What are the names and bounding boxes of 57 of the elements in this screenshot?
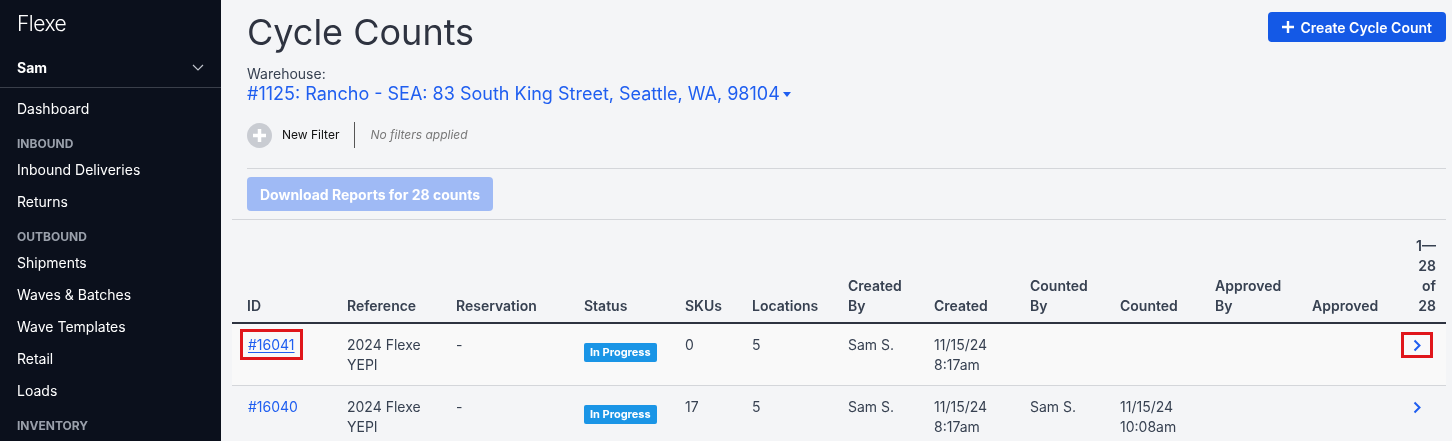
- counted-cell-text: 11/15/24 10:08am: [1120, 397, 1178, 437]
- chevron-icon: [192, 63, 204, 72]
- section-heading: INVENTORY: [17, 420, 89, 432]
- column-header: Approved: [1312, 296, 1379, 316]
- reference-cell-text: 2024 Flexe YEPI: [347, 397, 422, 437]
- nav-link[interactable]: Waves & Batches: [0, 278, 221, 310]
- nav-link[interactable]: Loads: [0, 374, 221, 406]
- created-cell-text: 11/15/24 8:17am: [934, 335, 989, 375]
- column-header: Approved By: [1215, 276, 1283, 316]
- plus-circle-icon: [247, 122, 272, 148]
- filter-status: No filters applied: [370, 126, 468, 144]
- column-header: Created: [934, 296, 988, 316]
- logo: Flexe: [17, 11, 67, 36]
- created-cell-text: 11/15/24 8:17am: [934, 397, 989, 437]
- column-header: Status: [584, 296, 628, 316]
- status-badge: In Progress: [584, 343, 657, 362]
- nav-link[interactable]: Returns: [0, 185, 221, 217]
- warehouse-label: Warehouse:: [247, 65, 326, 82]
- reservation-cell-text: -: [456, 335, 464, 355]
- reservation-cell-text: -: [456, 397, 464, 417]
- column-header: Created By: [848, 276, 903, 316]
- chevron-right-icon: [1413, 400, 1421, 414]
- nav-link[interactable]: Shipments: [0, 246, 221, 278]
- reference-cell-text: 2024 Flexe YEPI: [347, 335, 422, 375]
- chevron-right-icon: [1413, 338, 1421, 352]
- column-header: Counted: [1120, 296, 1178, 316]
- caret-icon: [782, 91, 791, 97]
- locations-cell-text: 5: [752, 397, 762, 417]
- nav-link[interactable]: Wave Templates: [0, 310, 221, 342]
- warehouse-dropdown[interactable]: #1125: Rancho - SEA: 83 South King Street, Seattle, WA, 98104: [247, 82, 791, 106]
- section-heading: INBOUND: [17, 138, 74, 150]
- created-by-cell-text: Sam S.: [848, 397, 896, 417]
- count-id-link[interactable]: #16040: [240, 391, 306, 422]
- column-header: Counted By: [1030, 276, 1089, 316]
- column-header: Reservation: [456, 296, 537, 316]
- column-header: ID: [247, 296, 261, 316]
- counted-by-cell-text: Sam S.: [1030, 397, 1078, 417]
- column-header: SKUs: [685, 296, 722, 316]
- section-heading: OUTBOUND: [17, 231, 87, 243]
- column-header: Reference: [347, 296, 417, 316]
- row-open-button[interactable]: [1401, 332, 1433, 358]
- new-filter-button[interactable]: New Filter: [247, 122, 340, 148]
- nav-link[interactable]: Retail: [0, 342, 221, 374]
- column-header: Locations: [752, 296, 819, 316]
- nav-link[interactable]: Inbound Deliveries: [0, 153, 221, 185]
- status-badge: In Progress: [584, 405, 657, 424]
- user-menu[interactable]: Sam: [0, 48, 221, 88]
- create-button[interactable]: Create Cycle Count: [1268, 12, 1446, 42]
- count-id-link[interactable]: #16041: [240, 329, 303, 360]
- locations-cell-text: 5: [752, 335, 762, 355]
- plus-icon: [1282, 21, 1295, 33]
- skus-cell-text: 17: [685, 397, 700, 417]
- page-title: Cycle Counts: [247, 10, 475, 54]
- skus-cell-text: 0: [685, 335, 695, 355]
- nav-link[interactable]: Dashboard: [0, 92, 221, 124]
- pagination-range: 1—28 of 28: [1415, 236, 1436, 316]
- created-by-cell-text: Sam S.: [848, 335, 896, 355]
